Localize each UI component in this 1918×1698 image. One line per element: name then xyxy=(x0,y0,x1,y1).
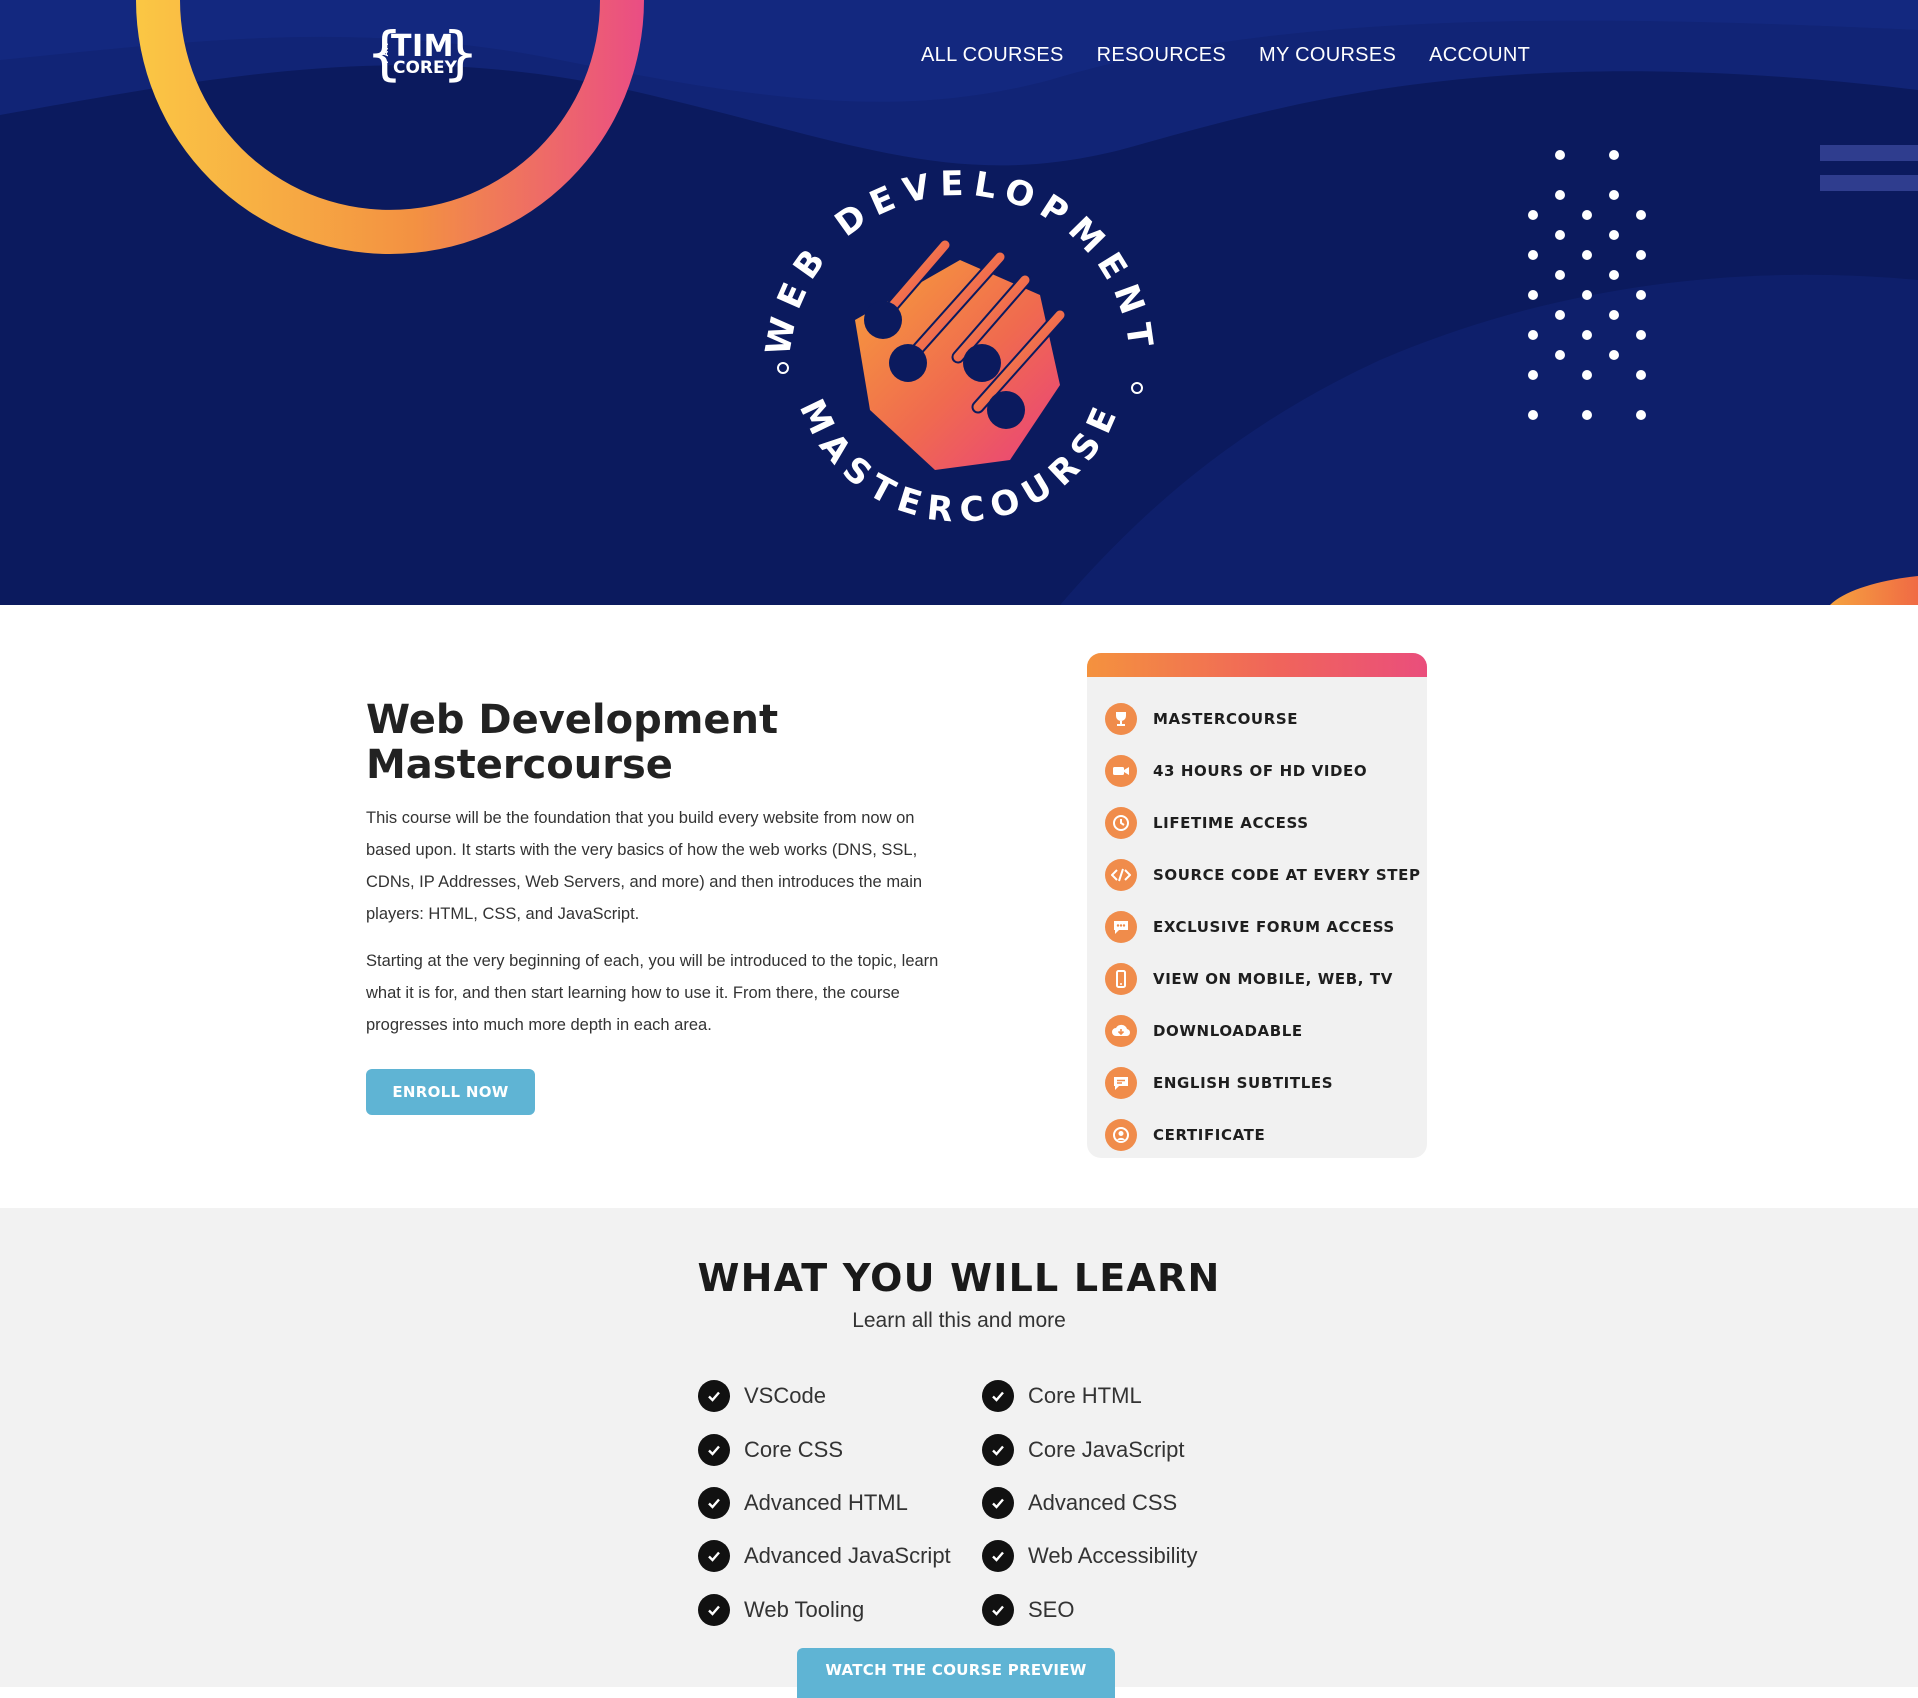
hero-banner: { I AM TIM COREY } ALL COURSES RESOURCES… xyxy=(0,0,1918,605)
learn-section-title: WHAT YOU WILL LEARN xyxy=(697,1256,1221,1300)
feature-item: VIEW ON MOBILE, WEB, TV xyxy=(1105,953,1427,1005)
checkmark-icon xyxy=(698,1380,730,1412)
mobile-icon xyxy=(1105,963,1137,995)
checkmark-icon xyxy=(698,1434,730,1466)
hamburger-menu-icon[interactable] xyxy=(1820,145,1918,197)
learn-item-label: Core HTML xyxy=(1028,1383,1142,1408)
learn-item: Advanced JavaScript xyxy=(698,1536,951,1576)
enroll-now-button[interactable]: ENROLL NOW xyxy=(366,1069,535,1115)
video-icon xyxy=(1105,755,1137,787)
feature-item: MASTERCOURSE xyxy=(1105,693,1427,745)
hexagon-shape xyxy=(855,260,1060,470)
feature-item: EXCLUSIVE FORUM ACCESS xyxy=(1105,901,1427,953)
learn-item-label: Advanced JavaScript xyxy=(744,1543,951,1568)
learn-item-label: VSCode xyxy=(744,1383,826,1408)
clock-icon xyxy=(1105,807,1137,839)
features-list: MASTERCOURSE 43 HOURS OF HD VIDEO LIFETI… xyxy=(1087,677,1427,1158)
feature-item: ENGLISH SUBTITLES xyxy=(1105,1057,1427,1109)
checkmark-icon xyxy=(982,1380,1014,1412)
course-title: Web Development Mastercourse xyxy=(366,697,779,788)
course-intro-section: Web Development Mastercourse This course… xyxy=(0,605,1918,1208)
code-icon xyxy=(1105,859,1137,891)
watch-course-preview-button[interactable]: WATCH THE COURSE PREVIEW xyxy=(797,1648,1115,1698)
learn-item-label: Core JavaScript xyxy=(1028,1437,1185,1462)
learn-item-label: Web Accessibility xyxy=(1028,1543,1198,1568)
feature-label: ENGLISH SUBTITLES xyxy=(1153,1074,1334,1092)
learn-item: Core CSS xyxy=(698,1430,843,1470)
feature-label: LIFETIME ACCESS xyxy=(1153,814,1309,832)
checkmark-icon xyxy=(982,1594,1014,1626)
learn-item-label: Web Tooling xyxy=(744,1597,865,1622)
feature-label: VIEW ON MOBILE, WEB, TV xyxy=(1153,970,1393,988)
certificate-icon xyxy=(1105,1119,1137,1151)
feature-label: CERTIFICATE xyxy=(1153,1126,1266,1144)
nav-resources[interactable]: RESOURCES xyxy=(1097,44,1226,67)
feature-item: DOWNLOADABLE xyxy=(1105,1005,1427,1057)
main-nav: ALL COURSES RESOURCES MY COURSES ACCOUNT xyxy=(921,44,1530,67)
checkmark-icon xyxy=(698,1594,730,1626)
feature-item: CERTIFICATE xyxy=(1105,1109,1427,1158)
nav-my-courses[interactable]: MY COURSES xyxy=(1259,44,1396,67)
learn-item-label: Core CSS xyxy=(744,1437,844,1462)
feature-label: DOWNLOADABLE xyxy=(1153,1022,1303,1040)
subtitles-icon xyxy=(1105,1067,1137,1099)
learn-item: VSCode xyxy=(698,1376,826,1416)
feature-item: 43 HOURS OF HD VIDEO xyxy=(1105,745,1427,797)
course-badge-logo: WEB DEVELOPMENT MASTERCOURSE xyxy=(758,164,1152,532)
logo-iam-text: I AM xyxy=(382,42,390,64)
nav-account[interactable]: ACCOUNT xyxy=(1429,44,1530,67)
download-icon xyxy=(1105,1015,1137,1047)
learn-item-label: Advanced CSS xyxy=(1028,1490,1178,1515)
feature-item: LIFETIME ACCESS xyxy=(1105,797,1427,849)
learn-item: SEO xyxy=(982,1590,1074,1630)
learn-item: Web Tooling xyxy=(698,1590,864,1630)
feature-label: SOURCE CODE AT EVERY STEP xyxy=(1153,866,1421,884)
checkmark-icon xyxy=(982,1434,1014,1466)
feature-label: EXCLUSIVE FORUM ACCESS xyxy=(1153,918,1395,936)
features-card-gradient-bar xyxy=(1087,653,1427,677)
what-you-will-learn-section: WHAT YOU WILL LEARN Learn all this and m… xyxy=(0,1208,1918,1698)
checkmark-icon xyxy=(698,1540,730,1572)
feature-item: SOURCE CODE AT EVERY STEP xyxy=(1105,849,1427,901)
course-description-paragraph-1: This course will be the foundation that … xyxy=(366,809,923,923)
learn-item-label: SEO xyxy=(1028,1597,1075,1622)
site-logo[interactable]: { I AM TIM COREY } xyxy=(366,24,479,86)
nav-all-courses[interactable]: ALL COURSES xyxy=(921,44,1064,67)
learn-item: Advanced HTML xyxy=(698,1483,908,1523)
learn-item-label: Advanced HTML xyxy=(744,1490,908,1515)
logo-brace-right: } xyxy=(442,19,479,87)
course-description-paragraph-2: Starting at the very beginning of each, … xyxy=(366,952,939,1034)
chat-icon xyxy=(1105,911,1137,943)
checkmark-icon xyxy=(982,1487,1014,1519)
trophy-icon xyxy=(1105,703,1137,735)
checkmark-icon xyxy=(982,1540,1014,1572)
course-features-card: MASTERCOURSE 43 HOURS OF HD VIDEO LIFETI… xyxy=(1087,653,1427,1158)
feature-label: MASTERCOURSE xyxy=(1153,710,1299,728)
learn-item: Core JavaScript xyxy=(982,1430,1185,1470)
feature-label: 43 HOURS OF HD VIDEO xyxy=(1153,762,1368,780)
learn-item: Advanced CSS xyxy=(982,1483,1177,1523)
learn-item: Web Accessibility xyxy=(982,1536,1198,1576)
checkmark-icon xyxy=(698,1487,730,1519)
learn-section-subtitle: Learn all this and more xyxy=(852,1309,1066,1332)
learn-item: Core HTML xyxy=(982,1376,1142,1416)
